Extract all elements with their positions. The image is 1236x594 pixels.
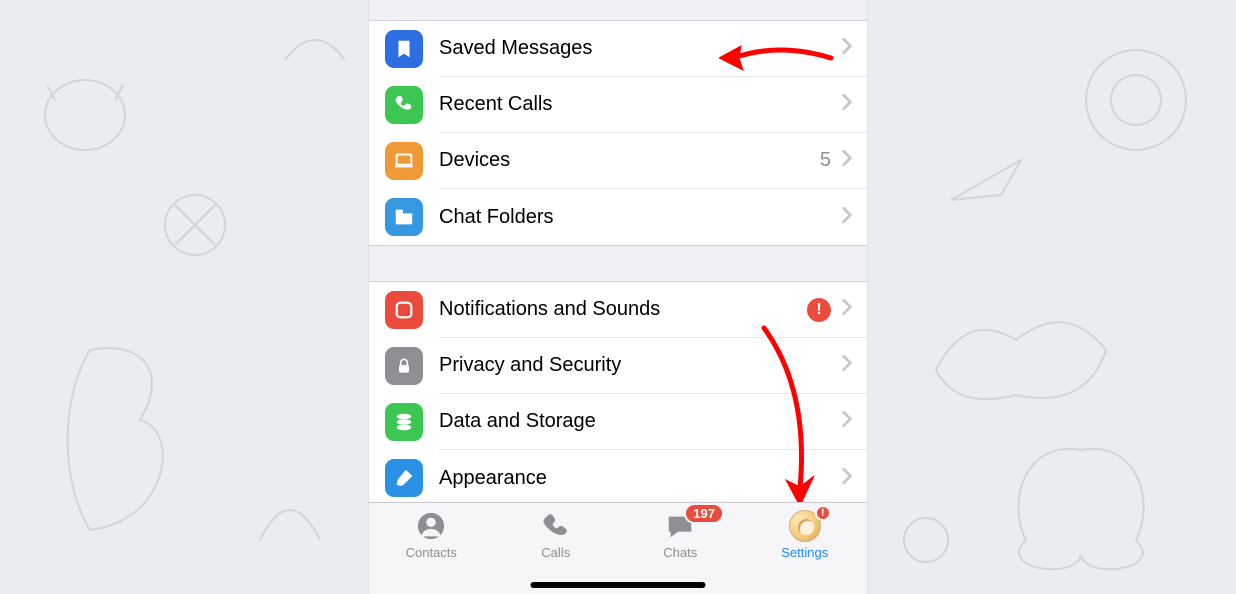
tab-calls[interactable]: Calls <box>494 503 619 594</box>
settings-alert-dot: ! <box>815 505 831 521</box>
tab-settings[interactable]: ! Settings <box>743 503 868 594</box>
row-label: Privacy and Security <box>439 354 841 377</box>
chevron-right-icon <box>841 206 853 229</box>
tab-contacts[interactable]: Contacts <box>369 503 494 594</box>
row-label: Notifications and Sounds <box>439 298 807 321</box>
tab-settings-label: Settings <box>781 545 828 560</box>
contacts-icon <box>414 509 448 543</box>
row-detail: 5 <box>820 149 831 172</box>
tab-calls-label: Calls <box>541 545 570 560</box>
row-saved-messages[interactable]: Saved Messages <box>369 21 867 77</box>
chevron-right-icon <box>841 37 853 60</box>
row-recent-calls[interactable]: Recent Calls <box>369 77 867 133</box>
phone-icon <box>385 86 423 124</box>
row-appearance[interactable]: Appearance <box>369 450 867 502</box>
db-icon <box>385 403 423 441</box>
settings-group: Saved Messages Recent Calls Devices5 Chat F… <box>369 20 867 246</box>
bookmark-icon <box>385 30 423 68</box>
chats-badge: 197 <box>684 503 724 524</box>
chevron-right-icon <box>841 467 853 490</box>
row-chat-folders[interactable]: Chat Folders <box>369 189 867 245</box>
folder-icon <box>385 198 423 236</box>
chevron-right-icon <box>841 298 853 321</box>
chevron-right-icon <box>841 354 853 377</box>
home-indicator[interactable] <box>531 582 706 588</box>
row-label: Recent Calls <box>439 93 841 116</box>
tab-chats-label: Chats <box>663 545 697 560</box>
chevron-right-icon <box>841 93 853 116</box>
tab-chats[interactable]: 197 Chats <box>618 503 743 594</box>
tab-bar: Contacts Calls 197 Chats ! Settings <box>369 502 867 594</box>
phone-frame: Saved Messages Recent Calls Devices5 Chat F… <box>368 0 868 594</box>
row-label: Devices <box>439 149 820 172</box>
calls-icon <box>539 509 573 543</box>
row-data-storage[interactable]: Data and Storage <box>369 394 867 450</box>
chevron-right-icon <box>841 149 853 172</box>
lock-icon <box>385 347 423 385</box>
row-label: Appearance <box>439 467 841 490</box>
chevron-right-icon <box>841 410 853 433</box>
row-label: Chat Folders <box>439 206 841 229</box>
row-label: Saved Messages <box>439 37 841 60</box>
row-privacy[interactable]: Privacy and Security <box>369 338 867 394</box>
tab-contacts-label: Contacts <box>406 545 457 560</box>
brush-icon <box>385 459 423 497</box>
settings-scroll-area[interactable]: Saved Messages Recent Calls Devices5 Chat F… <box>369 0 867 502</box>
row-notifications[interactable]: Notifications and Sounds! <box>369 282 867 338</box>
bell-icon <box>385 291 423 329</box>
row-label: Data and Storage <box>439 410 841 433</box>
settings-group: Notifications and Sounds! Privacy and Sec… <box>369 281 867 502</box>
row-devices[interactable]: Devices5 <box>369 133 867 189</box>
alert-badge: ! <box>807 298 831 322</box>
laptop-icon <box>385 142 423 180</box>
